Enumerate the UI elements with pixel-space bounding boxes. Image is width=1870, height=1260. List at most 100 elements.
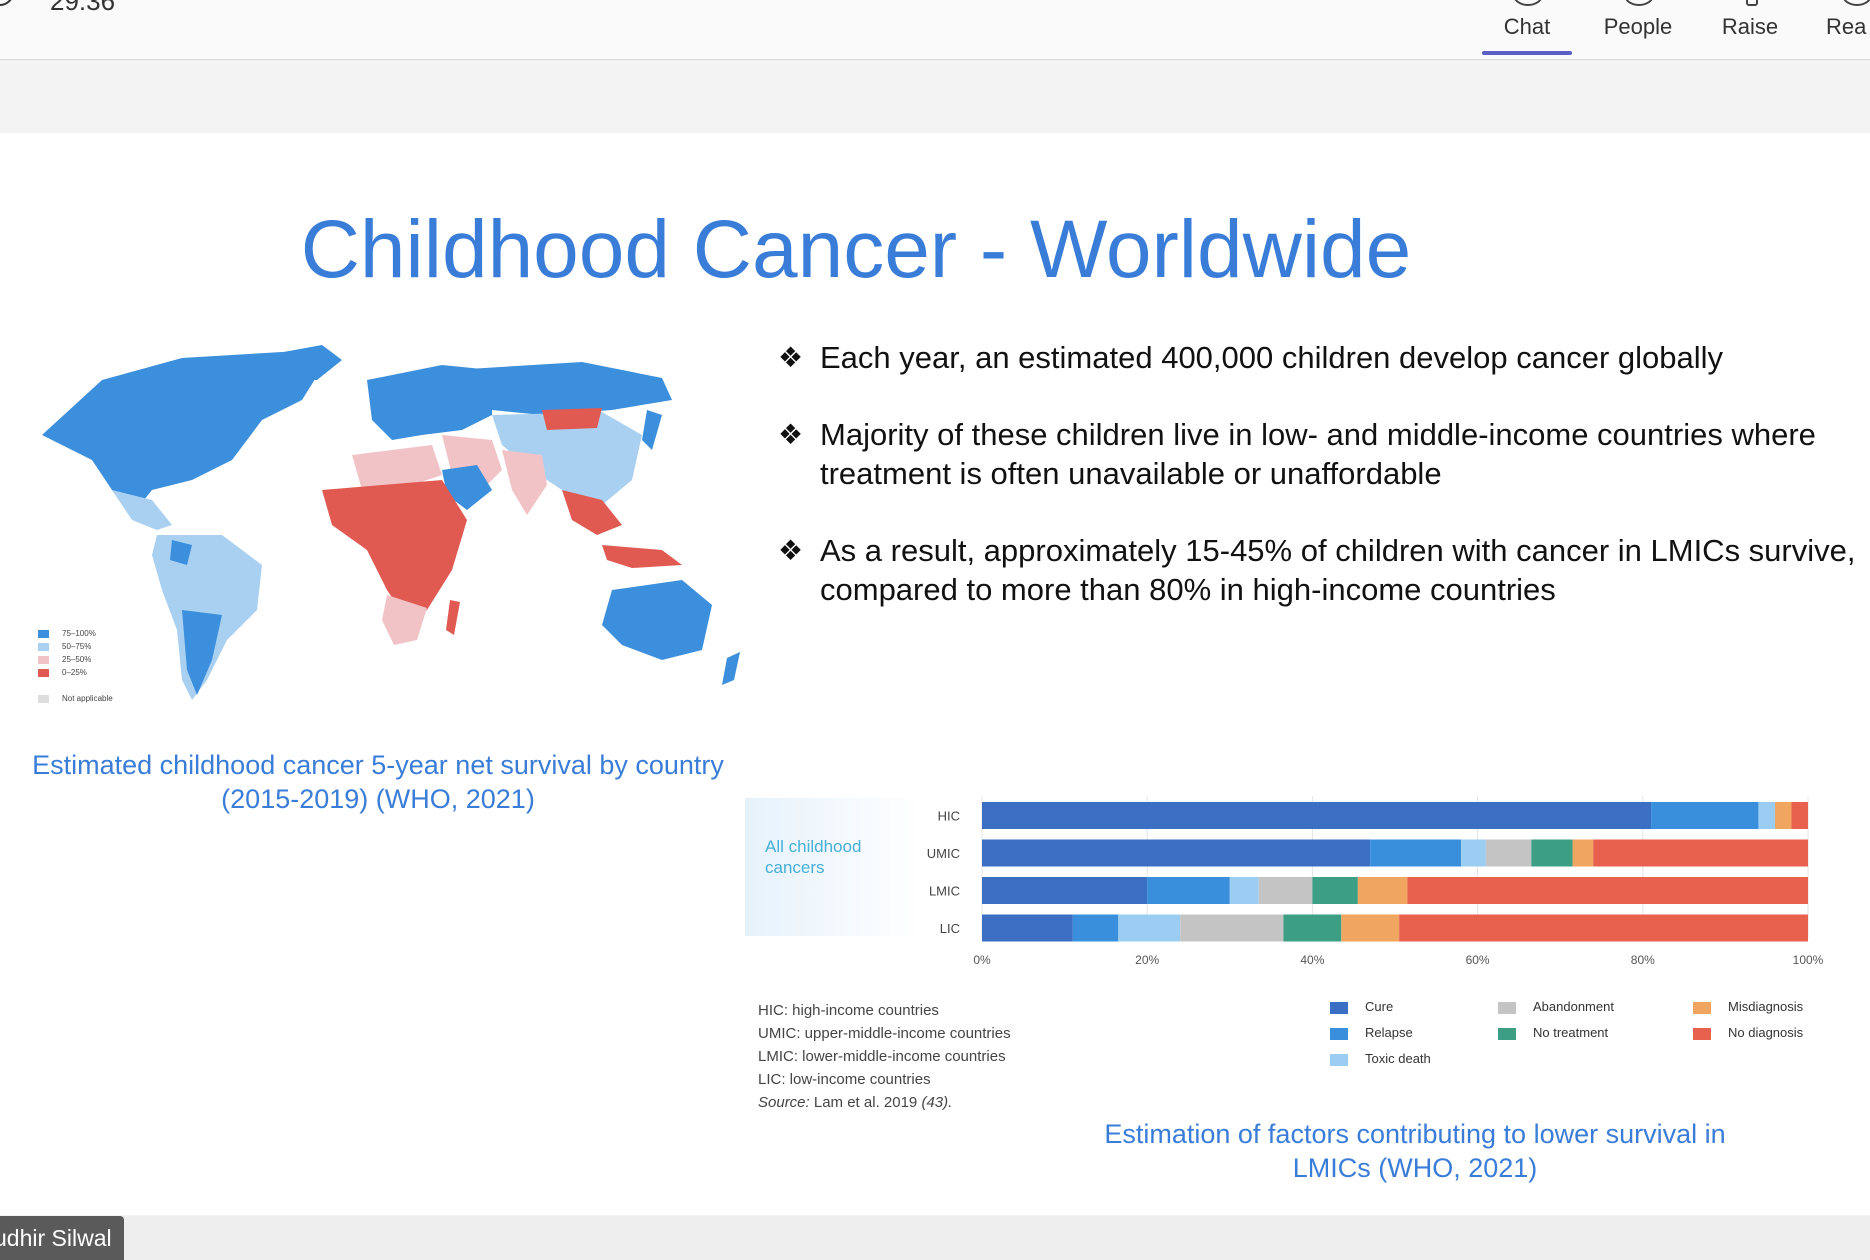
legend-swatch xyxy=(1330,1028,1348,1040)
bar-segment-misdiagnosis xyxy=(1357,877,1408,904)
people-icon xyxy=(1624,0,1654,6)
bar-segment-no-treatment xyxy=(1531,839,1573,867)
source-line: Source: Lam et al. 2019 (43). xyxy=(758,1091,1011,1114)
x-tick-label: 100% xyxy=(1793,953,1824,967)
timer-icon xyxy=(0,0,14,6)
abbreviation-notes: HIC: high-income countries UMIC: upper-m… xyxy=(758,999,1011,1114)
chat-icon xyxy=(1513,0,1543,6)
bar-segment-misdiagnosis xyxy=(1774,802,1792,829)
legend-swatch xyxy=(38,630,49,638)
category-label: LMIC xyxy=(929,884,960,899)
people-label: People xyxy=(1603,14,1673,39)
chart-caption: Estimation of factors contributing to lo… xyxy=(1070,1117,1760,1185)
legend-label: No treatment xyxy=(1533,1025,1609,1040)
source-text: Lam et al. 2019 xyxy=(809,1094,922,1111)
abbreviation-line: LIC: low-income countries xyxy=(758,1071,931,1088)
meeting-toolbar: 29:36 Chat People Raise Rea xyxy=(0,0,1870,60)
map-australia xyxy=(602,580,712,660)
chat-label: Chat xyxy=(1503,14,1551,39)
chat-active-indicator xyxy=(1482,51,1572,55)
legend-label: No diagnosis xyxy=(1728,1025,1804,1040)
bar-segment-relapse xyxy=(1072,914,1119,942)
legend-label: Relapse xyxy=(1365,1025,1413,1040)
bar-segment-relapse xyxy=(1370,839,1462,867)
legend-swatch xyxy=(1330,1054,1348,1066)
source-ref: (43). xyxy=(921,1094,953,1111)
x-tick-label: 80% xyxy=(1631,953,1655,967)
x-tick-label: 40% xyxy=(1300,953,1324,967)
legend-label: Misdiagnosis xyxy=(1728,999,1804,1014)
bar-segment-abandonment xyxy=(1180,914,1284,942)
legend-label: 50–75% xyxy=(62,642,92,651)
world-survival-map xyxy=(42,345,740,700)
map-new-zealand xyxy=(722,652,740,685)
abbreviation-line: LMIC: lower-middle-income countries xyxy=(758,1048,1006,1065)
category-label: LIC xyxy=(940,921,960,936)
abbreviation-line: UMIC: upper-middle-income countries xyxy=(758,1025,1011,1042)
legend-label: Toxic death xyxy=(1365,1051,1431,1066)
bullet-text: Majority of these children live in low- … xyxy=(820,417,1816,491)
map-mongolia xyxy=(542,408,602,430)
bar-segment-toxic-death xyxy=(1118,914,1181,942)
legend-label: Abandonment xyxy=(1533,999,1614,1014)
map-madagascar xyxy=(446,600,460,635)
bullet-symbol-icon: ❖ xyxy=(778,342,804,373)
legend-swatch xyxy=(38,669,49,677)
chart-caption-line: LMICs (WHO, 2021) xyxy=(1292,1153,1538,1183)
legend-swatch xyxy=(1330,1002,1348,1014)
legend-label: Not applicable xyxy=(62,694,113,703)
legend-swatch xyxy=(1693,1002,1711,1014)
bar-segment-toxic-death xyxy=(1229,877,1259,904)
bar-segment-misdiagnosis xyxy=(1572,839,1594,867)
bar-segment-abandonment xyxy=(1258,877,1313,904)
source-prefix: Source: xyxy=(758,1094,810,1111)
raise-hand-button[interactable]: Raise xyxy=(1712,0,1788,60)
map-caption: Estimated childhood cancer 5-year net su… xyxy=(0,748,756,816)
abbreviation-line: HIC: high-income countries xyxy=(758,1002,939,1019)
chart-caption-line: Estimation of factors contributing to lo… xyxy=(1104,1119,1726,1149)
bullet-text: As a result, approximately 15-45% of chi… xyxy=(820,533,1856,607)
legend-swatch xyxy=(1498,1028,1516,1040)
presenter-name-tag: udhir Silwal xyxy=(0,1216,124,1260)
bar-segment-cure xyxy=(982,802,1652,829)
bar-segment-cure xyxy=(982,877,1148,904)
bar-segment-no-diagnosis xyxy=(1791,802,1808,829)
legend-swatch xyxy=(1498,1002,1516,1014)
bar-segment-toxic-death xyxy=(1461,839,1486,867)
legend-label: 0–25% xyxy=(62,668,87,677)
bar-segment-relapse xyxy=(1147,877,1230,904)
shared-slide: Childhood Cancer - Worldwide 75–100% 50–… xyxy=(0,133,1870,1215)
raise-label: Raise xyxy=(1721,14,1779,39)
stage-bottom xyxy=(0,1216,1870,1260)
legend-swatch xyxy=(38,656,49,664)
bar-segment-no-treatment xyxy=(1312,877,1358,904)
map-south-asia xyxy=(502,450,547,515)
meeting-timer: 29:36 xyxy=(50,0,116,16)
x-tick-label: 0% xyxy=(973,953,991,967)
legend-swatch xyxy=(1693,1028,1711,1040)
x-tick-label: 60% xyxy=(1466,953,1490,967)
react-button[interactable]: Rea xyxy=(1826,0,1870,60)
map-indonesia xyxy=(602,545,682,568)
stacked-bar-plot: 0% 20% 40% 60% 80% 100% HIC UMIC LMIC LIC xyxy=(927,796,1824,967)
bar-segment-relapse xyxy=(1651,802,1759,829)
legend-label: 75–100% xyxy=(62,629,96,638)
legend-swatch xyxy=(38,643,49,651)
legend-label: Cure xyxy=(1365,999,1394,1014)
x-tick-label: 20% xyxy=(1135,953,1159,967)
slide-title: Childhood Cancer - Worldwide xyxy=(300,204,1412,295)
bar-segment-cure xyxy=(982,839,1371,867)
category-label: HIC xyxy=(938,809,960,824)
legend-label: 25–50% xyxy=(62,655,92,664)
bar-segment-cure xyxy=(982,914,1073,942)
bar-segment-no-diagnosis xyxy=(1399,914,1808,942)
people-button[interactable]: People xyxy=(1598,0,1678,60)
presenter-name: udhir Silwal xyxy=(0,1225,112,1251)
map-north-america xyxy=(42,352,322,515)
bar-segment-no-treatment xyxy=(1283,914,1342,942)
bullet-symbol-icon: ❖ xyxy=(778,419,804,450)
bullet-symbol-icon: ❖ xyxy=(778,535,804,566)
map-japan xyxy=(642,410,662,450)
bar-segment-toxic-death xyxy=(1758,802,1775,829)
legend-swatch xyxy=(38,695,49,703)
